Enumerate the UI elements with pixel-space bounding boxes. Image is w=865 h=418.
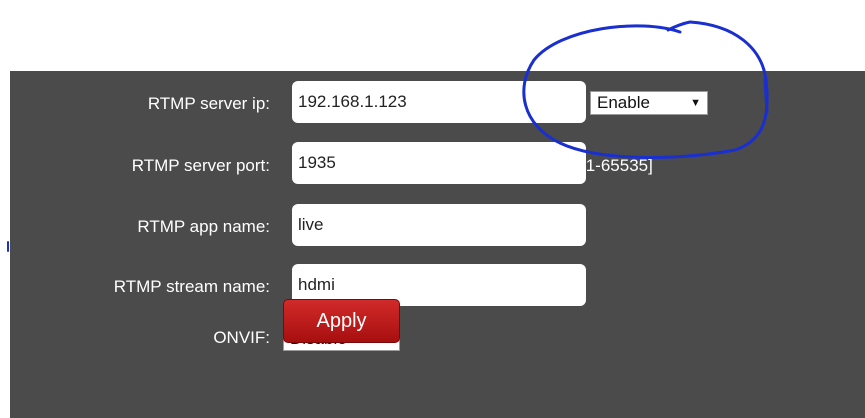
rtmp-settings-panel: RTMP server ip: Enable ▼ RTMP server por… bbox=[10, 71, 865, 418]
rtmp-enable-select-value: Enable bbox=[597, 93, 650, 112]
port-range-hint: [1-65535] bbox=[581, 156, 653, 175]
rtmp-server-port-input[interactable] bbox=[292, 142, 586, 184]
rtmp-server-ip-label: RTMP server ip: bbox=[147, 94, 270, 113]
dropdown-arrow-icon: ▼ bbox=[690, 97, 701, 109]
apply-button[interactable]: Apply bbox=[283, 299, 400, 343]
rtmp-stream-name-label: RTMP stream name: bbox=[113, 277, 270, 296]
rtmp-enable-select[interactable]: Enable ▼ bbox=[590, 91, 708, 115]
onvif-label: ONVIF: bbox=[213, 328, 270, 347]
rtmp-app-name-label: RTMP app name: bbox=[137, 217, 270, 236]
page: RTMP server ip: Enable ▼ RTMP server por… bbox=[0, 0, 865, 418]
rtmp-app-name-input[interactable] bbox=[292, 204, 586, 246]
rtmp-server-port-label: RTMP server port: bbox=[131, 156, 270, 175]
rtmp-server-ip-input[interactable] bbox=[292, 81, 586, 123]
